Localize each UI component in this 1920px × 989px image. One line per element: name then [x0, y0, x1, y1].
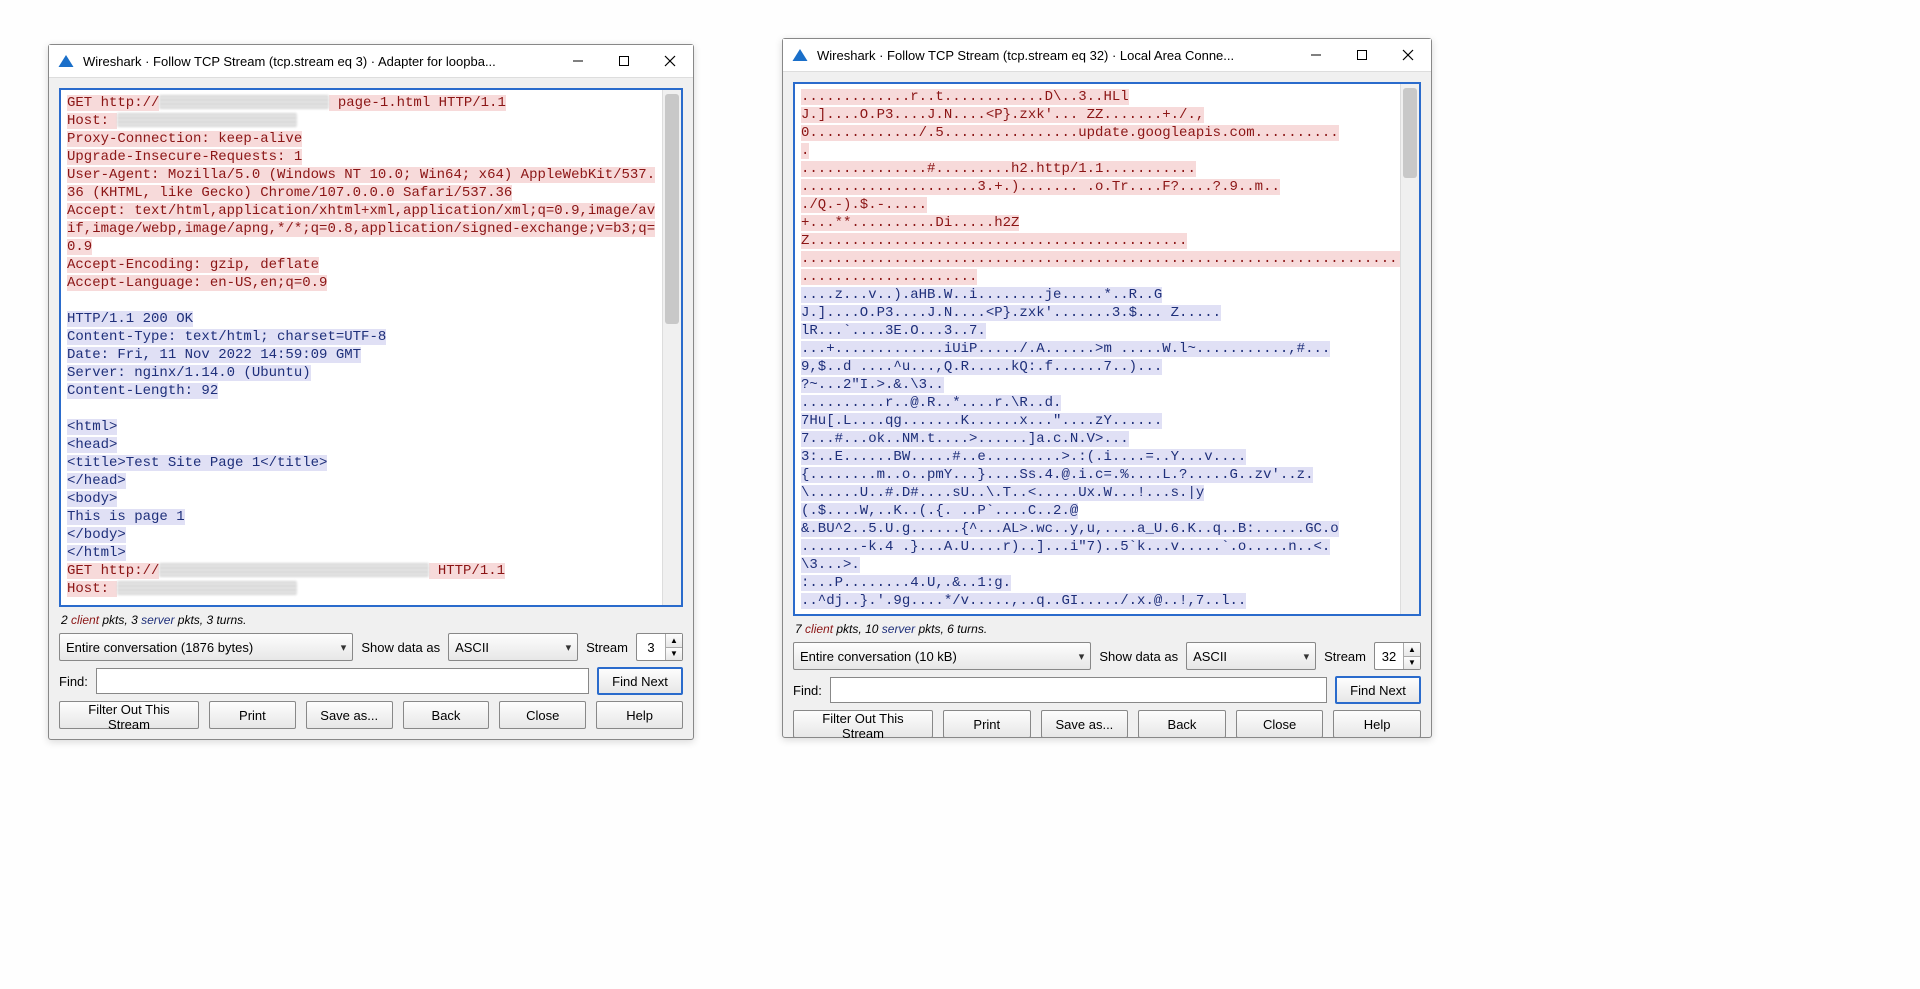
- encoding-select[interactable]: ASCII: [448, 633, 578, 661]
- stream-label: Stream: [1324, 649, 1366, 664]
- wireshark-icon: [57, 52, 75, 70]
- save-as-button[interactable]: Save as...: [306, 701, 393, 729]
- find-input[interactable]: [830, 677, 1327, 703]
- wireshark-window-right: Wireshark · Follow TCP Stream (tcp.strea…: [782, 38, 1432, 738]
- content-area: GET http:// page-1.html HTTP/1.1 Host: P…: [49, 78, 693, 739]
- find-label: Find:: [793, 683, 822, 698]
- find-row: Find: Find Next: [793, 676, 1421, 704]
- action-buttons: Filter Out This Stream Print Save as... …: [59, 701, 683, 729]
- maximize-button[interactable]: [601, 45, 647, 77]
- close-button[interactable]: [647, 45, 693, 77]
- scrollbar[interactable]: [662, 90, 681, 605]
- stream-number-spinner[interactable]: 32 ▲▼: [1374, 642, 1421, 670]
- filter-out-button[interactable]: Filter Out This Stream: [59, 701, 199, 729]
- tcp-stream-pane: .............r..t............D\..3..HLl …: [793, 82, 1421, 616]
- options-row: Entire conversation (1876 bytes) Show da…: [59, 633, 683, 661]
- find-next-button[interactable]: Find Next: [1335, 676, 1421, 704]
- packet-stats: 2 client pkts, 3 server pkts, 3 turns.: [59, 613, 683, 627]
- conversation-select[interactable]: Entire conversation (10 kB): [793, 642, 1091, 670]
- tcp-stream-text[interactable]: .............r..t............D\..3..HLl …: [795, 84, 1400, 614]
- minimize-button[interactable]: [555, 45, 601, 77]
- help-button[interactable]: Help: [596, 701, 683, 729]
- back-button[interactable]: Back: [403, 701, 490, 729]
- wireshark-window-left: Wireshark · Follow TCP Stream (tcp.strea…: [48, 44, 694, 740]
- print-button[interactable]: Print: [209, 701, 296, 729]
- help-button[interactable]: Help: [1333, 710, 1421, 738]
- show-data-as-label: Show data as: [1099, 649, 1178, 664]
- tcp-stream-text[interactable]: GET http:// page-1.html HTTP/1.1 Host: P…: [61, 90, 662, 605]
- spin-down-icon[interactable]: ▼: [666, 648, 682, 661]
- spin-down-icon[interactable]: ▼: [1404, 657, 1420, 670]
- print-button[interactable]: Print: [943, 710, 1031, 738]
- maximize-button[interactable]: [1339, 39, 1385, 71]
- minimize-button[interactable]: [1293, 39, 1339, 71]
- spin-up-icon[interactable]: ▲: [666, 634, 682, 648]
- titlebar[interactable]: Wireshark · Follow TCP Stream (tcp.strea…: [783, 39, 1431, 72]
- packet-stats: 7 client pkts, 10 server pkts, 6 turns.: [793, 622, 1421, 636]
- encoding-select[interactable]: ASCII: [1186, 642, 1316, 670]
- options-row: Entire conversation (10 kB) Show data as…: [793, 642, 1421, 670]
- content-area: .............r..t............D\..3..HLl …: [783, 72, 1431, 748]
- find-label: Find:: [59, 674, 88, 689]
- close-dialog-button[interactable]: Close: [499, 701, 586, 729]
- back-button[interactable]: Back: [1138, 710, 1226, 738]
- window-controls: [1293, 39, 1431, 71]
- wireshark-icon: [791, 46, 809, 64]
- filter-out-button[interactable]: Filter Out This Stream: [793, 710, 933, 738]
- find-input[interactable]: [96, 668, 589, 694]
- spin-up-icon[interactable]: ▲: [1404, 643, 1420, 657]
- conversation-select[interactable]: Entire conversation (1876 bytes): [59, 633, 353, 661]
- close-button[interactable]: [1385, 39, 1431, 71]
- close-dialog-button[interactable]: Close: [1236, 710, 1324, 738]
- find-next-button[interactable]: Find Next: [597, 667, 683, 695]
- window-title: Wireshark · Follow TCP Stream (tcp.strea…: [817, 48, 1293, 63]
- titlebar[interactable]: Wireshark · Follow TCP Stream (tcp.strea…: [49, 45, 693, 78]
- action-buttons: Filter Out This Stream Print Save as... …: [793, 710, 1421, 738]
- show-data-as-label: Show data as: [361, 640, 440, 655]
- tcp-stream-pane: GET http:// page-1.html HTTP/1.1 Host: P…: [59, 88, 683, 607]
- save-as-button[interactable]: Save as...: [1041, 710, 1129, 738]
- stream-number-spinner[interactable]: 3 ▲▼: [636, 633, 683, 661]
- window-title: Wireshark · Follow TCP Stream (tcp.strea…: [83, 54, 555, 69]
- find-row: Find: Find Next: [59, 667, 683, 695]
- window-controls: [555, 45, 693, 77]
- stream-label: Stream: [586, 640, 628, 655]
- scrollbar[interactable]: [1400, 84, 1419, 614]
